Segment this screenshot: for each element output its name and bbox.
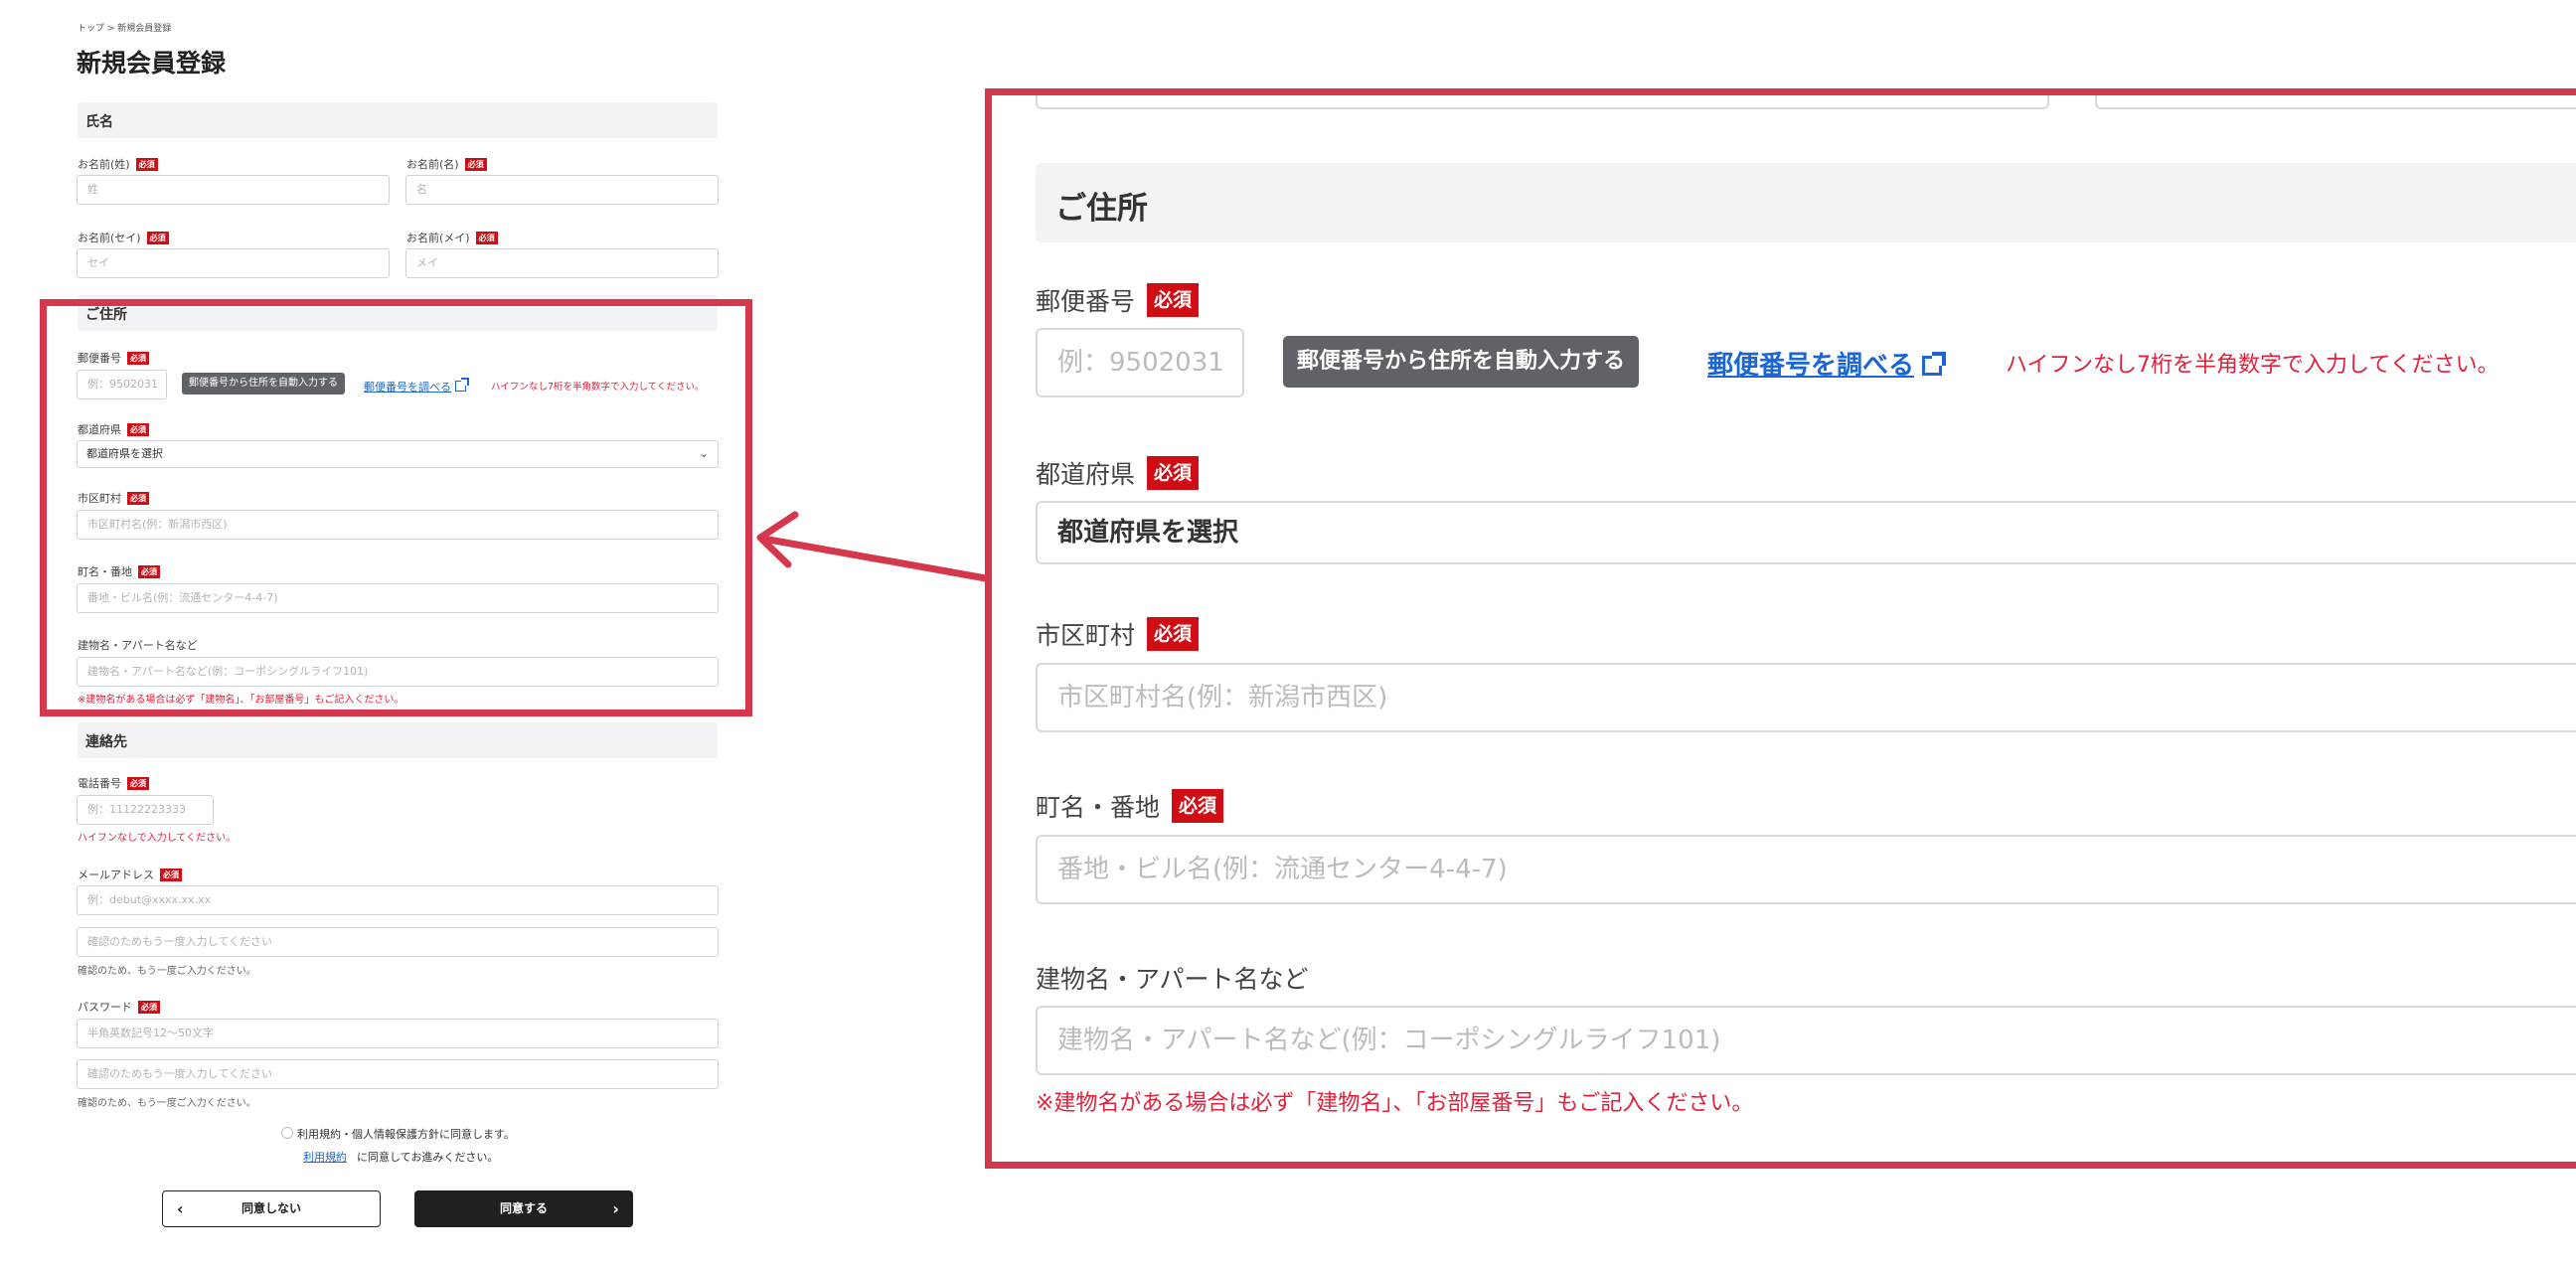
- email-confirm-note: 確認のため、もう一度ご入力ください。: [78, 966, 256, 977]
- required-badge: 必須: [146, 231, 169, 244]
- password-confirm-input[interactable]: 確認のためもう一度入力してください: [77, 1059, 719, 1089]
- page-title: 新規会員登録: [77, 49, 227, 78]
- terms-link[interactable]: 利用規約: [303, 1149, 347, 1165]
- zoom-postal-input[interactable]: 例：9502031: [1036, 328, 1244, 397]
- zoom-building-label: 建物名・アパート名など: [1036, 960, 1309, 996]
- zoom-required-badge: 必須: [1147, 456, 1200, 490]
- required-badge: 必須: [464, 157, 487, 171]
- zoom-postal-label-text: 郵便番号: [1036, 287, 1136, 316]
- zoom-street-label-text: 町名・番地: [1036, 793, 1161, 822]
- zoom-building-note: ※建物名がある場合は必ず「建物名」、「お部屋番号」もご記入ください。: [1036, 1091, 1754, 1116]
- phone-input[interactable]: 例：11122223333: [77, 795, 214, 825]
- password-input[interactable]: 半角英数記号12〜50文字: [77, 1019, 719, 1048]
- chevron-left-icon: ‹: [177, 1199, 184, 1218]
- zoom-prefecture-label-text: 都道府県: [1036, 460, 1136, 489]
- last-name-kana-label-text: お名前(セイ): [78, 232, 141, 244]
- email-label: メールアドレス 必須: [78, 867, 182, 882]
- first-name-label-text: お名前(名): [406, 158, 459, 171]
- zoom-city-label-text: 市区町村: [1036, 621, 1136, 650]
- required-badge: 必須: [160, 868, 182, 881]
- first-name-label: お名前(名) 必須: [406, 156, 487, 172]
- required-badge: 必須: [135, 157, 158, 171]
- first-name-input[interactable]: 名: [405, 175, 719, 205]
- password-confirm-note: 確認のため、もう一度ご入力ください。: [78, 1098, 256, 1109]
- first-name-kana-label-text: お名前(メイ): [406, 232, 470, 244]
- terms-suffix: に同意してお進みください。: [357, 1151, 499, 1164]
- zoom-address-section-header: ご住所: [1036, 163, 2576, 242]
- zoom-prev-input-right: [2095, 95, 2576, 109]
- zoom-street-input[interactable]: 番地・ビル名(例：流通センター4-4-7): [1036, 835, 2576, 904]
- phone-label-text: 電話番号: [78, 777, 121, 790]
- zoom-street-label: 町名・番地 必須: [1036, 788, 1224, 824]
- contact-section-title: 連絡先: [85, 734, 127, 750]
- last-name-label: お名前(姓) 必須: [78, 156, 158, 172]
- chevron-right-icon: ›: [612, 1199, 619, 1218]
- agree-button[interactable]: 同意する ›: [414, 1190, 633, 1227]
- name-section-title: 氏名: [85, 114, 113, 130]
- required-badge: 必須: [127, 776, 149, 790]
- zoom-postal-autofill-button[interactable]: 郵便番号から住所を自動入力する: [1283, 336, 1640, 388]
- email-input[interactable]: 例：debut@xxxx.xx.xx: [77, 885, 719, 915]
- zoom-postal-lookup-link-text: 郵便番号を調べる: [1707, 351, 1915, 381]
- first-name-kana-input[interactable]: メイ: [405, 248, 719, 278]
- required-badge: 必須: [475, 231, 498, 244]
- last-name-input[interactable]: 姓: [77, 175, 390, 205]
- phone-note: ハイフンなしで入力してください。: [78, 833, 237, 844]
- address-highlight-box: [40, 299, 752, 716]
- agree-checkbox-label: 利用規約・個人情報保護方針に同意します。: [297, 1128, 515, 1141]
- required-badge: 必須: [138, 1000, 160, 1014]
- last-name-label-text: お名前(姓): [78, 158, 130, 171]
- agree-checkbox[interactable]: [281, 1127, 293, 1139]
- address-zoom-panel: ご住所 郵便番号 必須 例：9502031 郵便番号から住所を自動入力する 郵便…: [985, 88, 2576, 1169]
- zoom-building-input[interactable]: 建物名・アパート名など(例：コーポシングルライフ101): [1036, 1006, 2576, 1075]
- email-confirm-input[interactable]: 確認のためもう一度入力してください: [77, 927, 719, 957]
- zoom-external-link-icon: [1922, 352, 1947, 376]
- zoom-address-section-title: ご住所: [1055, 191, 1148, 227]
- zoom-postal-lookup-link[interactable]: 郵便番号を調べる: [1707, 345, 1947, 382]
- zoom-building-label-text: 建物名・アパート名など: [1036, 965, 1309, 994]
- breadcrumb: トップ > 新規会員登録: [78, 24, 172, 34]
- zoom-prefecture-select[interactable]: 都道府県を選択: [1036, 501, 2576, 564]
- zoom-postal-hint: ハイフンなし7桁を半角数字で入力してください。: [2006, 353, 2499, 378]
- disagree-button-label: 同意しない: [241, 1201, 301, 1215]
- email-label-text: メールアドレス: [78, 869, 154, 881]
- zoom-required-badge: 必須: [1147, 617, 1200, 651]
- last-name-kana-label: お名前(セイ) 必須: [78, 230, 169, 245]
- zoom-prefecture-label: 都道府県 必須: [1036, 455, 1200, 491]
- callout-arrow: [756, 511, 990, 582]
- first-name-kana-label: お名前(メイ) 必須: [406, 230, 498, 245]
- contact-section-header: 連絡先: [78, 722, 718, 758]
- password-label-text: パスワード: [78, 1001, 132, 1014]
- name-section-header: 氏名: [78, 102, 718, 138]
- zoom-postal-label: 郵便番号 必須: [1036, 282, 1200, 318]
- zoom-required-badge: 必須: [1172, 789, 1224, 823]
- phone-label: 電話番号 必須: [78, 775, 149, 791]
- zoom-city-input[interactable]: 市区町村名(例：新潟市西区): [1036, 663, 2576, 732]
- password-label: パスワード 必須: [78, 999, 160, 1015]
- zoom-city-label: 市区町村 必須: [1036, 616, 1200, 652]
- last-name-kana-input[interactable]: セイ: [77, 248, 390, 278]
- agree-button-label: 同意する: [499, 1201, 548, 1215]
- zoom-required-badge: 必須: [1147, 283, 1200, 317]
- zoom-prev-input-left: [1036, 95, 2049, 109]
- disagree-button[interactable]: ‹ 同意しない: [162, 1190, 381, 1227]
